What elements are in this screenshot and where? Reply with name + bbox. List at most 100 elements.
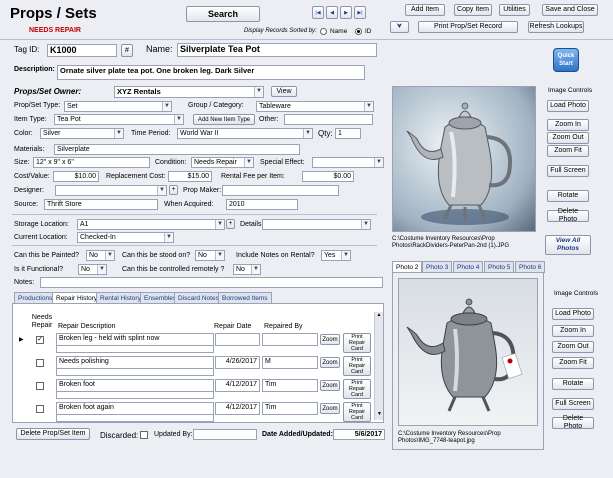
add-storage-button[interactable]: + — [226, 219, 235, 229]
add-item-button[interactable]: Add Item — [405, 4, 445, 16]
repair-date-field[interactable]: 4/12/2017 — [215, 379, 260, 392]
prop-maker-field[interactable] — [222, 185, 339, 196]
dropdown-arrow-button[interactable]: ⮟ — [390, 21, 409, 33]
prev-record-button[interactable]: ◀ — [326, 6, 338, 19]
rotate-button[interactable]: Rotate — [547, 190, 589, 202]
zoom-out-button[interactable]: Zoom Out — [547, 132, 589, 144]
first-record-button[interactable]: |◀ — [312, 6, 324, 19]
discarded-checkbox[interactable] — [140, 431, 148, 439]
tag-id-field[interactable]: K1000 — [47, 44, 117, 57]
updated-by-field[interactable] — [193, 429, 257, 440]
zoom-fit-button[interactable]: Zoom Fit — [547, 145, 589, 157]
print-repair-card-button[interactable]: Print Repair Card — [343, 356, 371, 376]
details-select[interactable]: ▼ — [262, 219, 371, 230]
repair-description-field[interactable]: Needs polishing — [56, 356, 214, 369]
zoom-in-button[interactable]: Zoom In — [547, 119, 589, 131]
needs-repair-checkbox[interactable]: ✓ — [36, 336, 44, 344]
zoom-button[interactable]: Zoom — [320, 334, 340, 345]
remote-select[interactable]: No ▼ — [233, 264, 261, 275]
source-field[interactable]: Thrift Store — [44, 199, 158, 210]
print-repair-card-button[interactable]: Print Repair Card — [343, 379, 371, 399]
cost-field[interactable]: $10.00 — [53, 171, 99, 182]
repair-scrollbar[interactable]: ▲ ▼ — [374, 312, 383, 420]
repair-description-field[interactable]: Broken foot — [56, 379, 214, 392]
repair-description-field[interactable]: Broken foot again — [56, 402, 214, 415]
zoom-button[interactable]: Zoom — [320, 403, 340, 414]
repair-description-field[interactable]: Broken leg - held with splint now — [56, 333, 214, 346]
notes-on-rental-select[interactable]: Yes ▼ — [321, 250, 351, 261]
repair-description-extra[interactable] — [56, 415, 214, 422]
print-repair-card-button[interactable]: Print Repair Card — [343, 402, 371, 422]
materials-field[interactable]: Silverplate — [54, 144, 300, 155]
next-record-button[interactable]: ▶ — [340, 6, 352, 19]
description-field[interactable]: Ornate silver plate tea pot. One broken … — [57, 65, 365, 80]
name-field[interactable]: Silverplate Tea Pot — [177, 43, 377, 57]
zoom-button[interactable]: Zoom — [320, 380, 340, 391]
refresh-lookups-button[interactable]: Refresh Lookups — [528, 21, 584, 33]
search-button[interactable]: Search — [186, 6, 260, 22]
owner-select[interactable]: XYZ Rentals ▼ — [114, 86, 264, 98]
view-owner-button[interactable]: View — [271, 86, 297, 97]
utilities-button[interactable]: Utilities — [499, 4, 530, 16]
repair-date-field[interactable] — [215, 333, 260, 346]
primary-photo-frame[interactable] — [392, 86, 536, 232]
repaired-by-field[interactable] — [262, 333, 318, 346]
needs-repair-checkbox[interactable] — [36, 405, 44, 413]
repair-description-extra[interactable] — [56, 392, 214, 399]
zoom-out-button[interactable]: Zoom Out — [552, 341, 594, 353]
save-close-button[interactable]: Save and Close — [542, 4, 598, 16]
view-all-photos-button[interactable]: View All Photos — [545, 235, 591, 255]
other-field[interactable] — [284, 114, 373, 125]
needs-repair-checkbox[interactable] — [36, 382, 44, 390]
repaired-by-field[interactable]: Tim — [262, 402, 318, 415]
date-added-field[interactable]: 5/6/2017 — [333, 429, 385, 440]
print-repair-card-button[interactable]: Print Repair Card — [343, 333, 371, 353]
zoom-in-button[interactable]: Zoom In — [552, 325, 594, 337]
rotate-button[interactable]: Rotate — [552, 378, 594, 390]
special-effect-select[interactable]: ▼ — [312, 157, 384, 168]
delete-item-button[interactable]: Delete Prop/Set Item — [16, 428, 90, 440]
replacement-cost-field[interactable]: $15.00 — [168, 171, 212, 182]
notes-field[interactable] — [40, 277, 383, 288]
add-designer-button[interactable]: + — [169, 185, 178, 195]
condition-select[interactable]: Needs Repair ▼ — [191, 157, 254, 168]
item-type-select[interactable]: Tea Pot ▼ — [54, 114, 184, 125]
load-photo-button[interactable]: Load Photo — [547, 100, 589, 112]
acquired-field[interactable]: 2010 — [226, 199, 298, 210]
quick-start-button[interactable]: Quick Start — [553, 48, 579, 72]
designer-select[interactable]: ▼ — [55, 185, 167, 196]
painted-select[interactable]: No ▼ — [86, 250, 115, 261]
repair-description-extra[interactable] — [56, 346, 214, 353]
full-screen-button[interactable]: Full Screen — [552, 398, 594, 410]
size-field[interactable]: 12" x 9" x 6" — [33, 157, 150, 168]
color-select[interactable]: Silver ▼ — [40, 128, 124, 139]
add-new-item-type-button[interactable]: Add New Item Type — [193, 114, 255, 125]
storage-location-select[interactable]: A1 ▼ — [77, 219, 225, 230]
rental-fee-field[interactable]: $0.00 — [302, 171, 354, 182]
tag-number-button[interactable]: # — [121, 44, 133, 57]
repair-date-field[interactable]: 4/12/2017 — [215, 402, 260, 415]
print-record-button[interactable]: Print Prop/Set Record — [418, 21, 518, 33]
full-screen-button[interactable]: Full Screen — [547, 165, 589, 177]
time-period-select[interactable]: World War II ▼ — [177, 128, 313, 139]
sort-id-radio[interactable] — [355, 28, 362, 35]
stood-on-select[interactable]: No ▼ — [195, 250, 225, 261]
delete-photo-button[interactable]: Delete Photo — [547, 208, 589, 223]
repair-date-field[interactable]: 4/26/2017 — [215, 356, 260, 369]
repair-description-extra[interactable] — [56, 369, 214, 376]
prop-type-select[interactable]: Set ▼ — [64, 101, 172, 112]
load-photo-button[interactable]: Load Photo — [552, 308, 594, 320]
current-location-select[interactable]: Checked-In ▼ — [77, 232, 174, 243]
repaired-by-field[interactable]: Tim — [262, 379, 318, 392]
functional-select[interactable]: No ▼ — [78, 264, 107, 275]
sort-name-radio[interactable] — [320, 28, 327, 35]
delete-photo-button[interactable]: Delete Photo — [552, 415, 594, 430]
repaired-by-field[interactable]: M — [262, 356, 318, 369]
secondary-photo-frame[interactable] — [398, 278, 538, 426]
qty-field[interactable]: 1 — [335, 128, 361, 139]
group-category-select[interactable]: Tableware ▼ — [256, 101, 374, 112]
zoom-fit-button[interactable]: Zoom Fit — [552, 357, 594, 369]
zoom-button[interactable]: Zoom — [320, 357, 340, 368]
last-record-button[interactable]: ▶| — [354, 6, 366, 19]
copy-item-button[interactable]: Copy Item — [454, 4, 492, 16]
